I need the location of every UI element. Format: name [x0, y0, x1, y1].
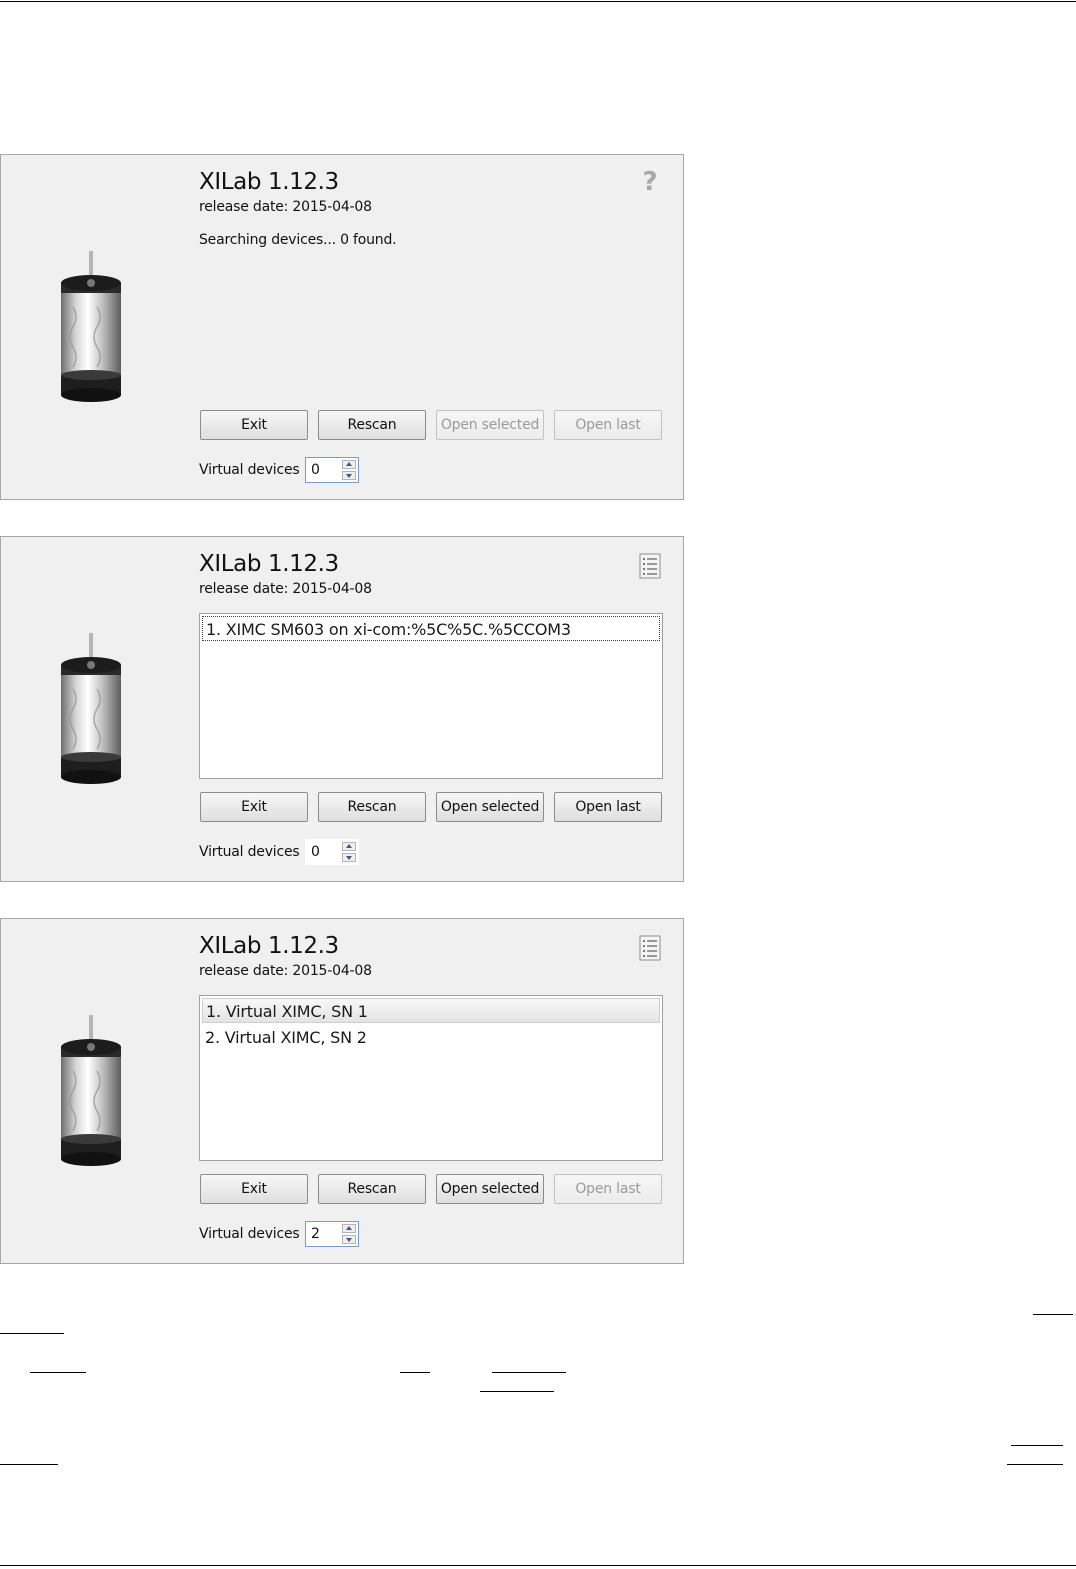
text-underline-fragment [1033, 1314, 1073, 1315]
stepper-motor-image [53, 247, 129, 407]
device-list-icon[interactable] [639, 553, 661, 579]
app-title: XILab 1.12.3 [199, 551, 339, 577]
xilab-startup-dialog-virtual-devices: XILab 1.12.3 release date: 2015-04-08 1.… [0, 918, 684, 1264]
rescan-button[interactable]: Rescan [318, 1174, 426, 1204]
open-selected-button[interactable]: Open selected [436, 1174, 544, 1204]
spin-down-icon[interactable] [342, 853, 356, 862]
text-underline-fragment [1011, 1445, 1063, 1446]
rescan-button[interactable]: Rescan [318, 410, 426, 440]
stepper-motor-image [53, 629, 129, 789]
spin-down-icon[interactable] [342, 1235, 356, 1244]
device-list[interactable]: 1. XIMC SM603 on xi-com:%5C%5C.%5CCOM3 [199, 613, 663, 779]
spinbox-arrows [342, 1224, 356, 1244]
spin-up-icon[interactable] [342, 842, 356, 851]
spinbox-arrows [342, 460, 356, 480]
app-title: XILab 1.12.3 [199, 933, 339, 959]
device-list[interactable]: 1. Virtual XIMC, SN 1 2. Virtual XIMC, S… [199, 995, 663, 1161]
text-underline-fragment [0, 1333, 64, 1334]
open-selected-button[interactable]: Open selected [436, 410, 544, 440]
page-bottom-rule [0, 1565, 1076, 1566]
virtual-devices-value[interactable]: 0 [311, 844, 320, 860]
open-selected-button[interactable]: Open selected [436, 792, 544, 822]
release-date: release date: 2015-04-08 [199, 581, 372, 597]
open-last-button[interactable]: Open last [554, 410, 662, 440]
virtual-devices-label: Virtual devices [199, 462, 300, 478]
release-date: release date: 2015-04-08 [199, 963, 372, 979]
virtual-devices-spinbox[interactable]: 0 [305, 457, 359, 483]
exit-button[interactable]: Exit [200, 410, 308, 440]
open-last-button[interactable]: Open last [554, 1174, 662, 1204]
spinbox-arrows [342, 842, 356, 862]
text-underline-fragment [30, 1372, 86, 1373]
search-status: Searching devices... 0 found. [199, 232, 397, 248]
release-date: release date: 2015-04-08 [199, 199, 372, 215]
text-underline-fragment [0, 1464, 58, 1465]
spin-up-icon[interactable] [342, 1224, 356, 1233]
text-underline-fragment [492, 1372, 566, 1373]
xilab-startup-dialog-searching: XILab 1.12.3 release date: 2015-04-08 Se… [0, 154, 684, 500]
text-underline-fragment [400, 1372, 430, 1373]
exit-button[interactable]: Exit [200, 1174, 308, 1204]
open-last-button[interactable]: Open last [554, 792, 662, 822]
spin-up-icon[interactable] [342, 460, 356, 469]
virtual-devices-label: Virtual devices [199, 844, 300, 860]
virtual-devices-spinbox[interactable]: 0 [305, 839, 359, 865]
virtual-devices-label: Virtual devices [199, 1226, 300, 1242]
text-underline-fragment [480, 1391, 554, 1392]
device-list-item[interactable]: 2. Virtual XIMC, SN 2 [202, 1025, 660, 1050]
device-list-icon[interactable] [639, 935, 661, 961]
spin-down-icon[interactable] [342, 471, 356, 480]
app-title: XILab 1.12.3 [199, 169, 339, 195]
page-top-rule [0, 1, 1076, 2]
text-underline-fragment [1007, 1464, 1063, 1465]
virtual-devices-value[interactable]: 0 [311, 462, 320, 478]
exit-button[interactable]: Exit [200, 792, 308, 822]
device-list-item[interactable]: 1. XIMC SM603 on xi-com:%5C%5C.%5CCOM3 [202, 616, 660, 641]
virtual-devices-spinbox[interactable]: 2 [305, 1221, 359, 1247]
xilab-startup-dialog-com-device: XILab 1.12.3 release date: 2015-04-08 1.… [0, 536, 684, 882]
device-list-item[interactable]: 1. Virtual XIMC, SN 1 [202, 998, 660, 1023]
stepper-motor-image [53, 1011, 129, 1171]
rescan-button[interactable]: Rescan [318, 792, 426, 822]
virtual-devices-value[interactable]: 2 [311, 1226, 320, 1242]
help-icon[interactable]: ? [639, 167, 661, 197]
